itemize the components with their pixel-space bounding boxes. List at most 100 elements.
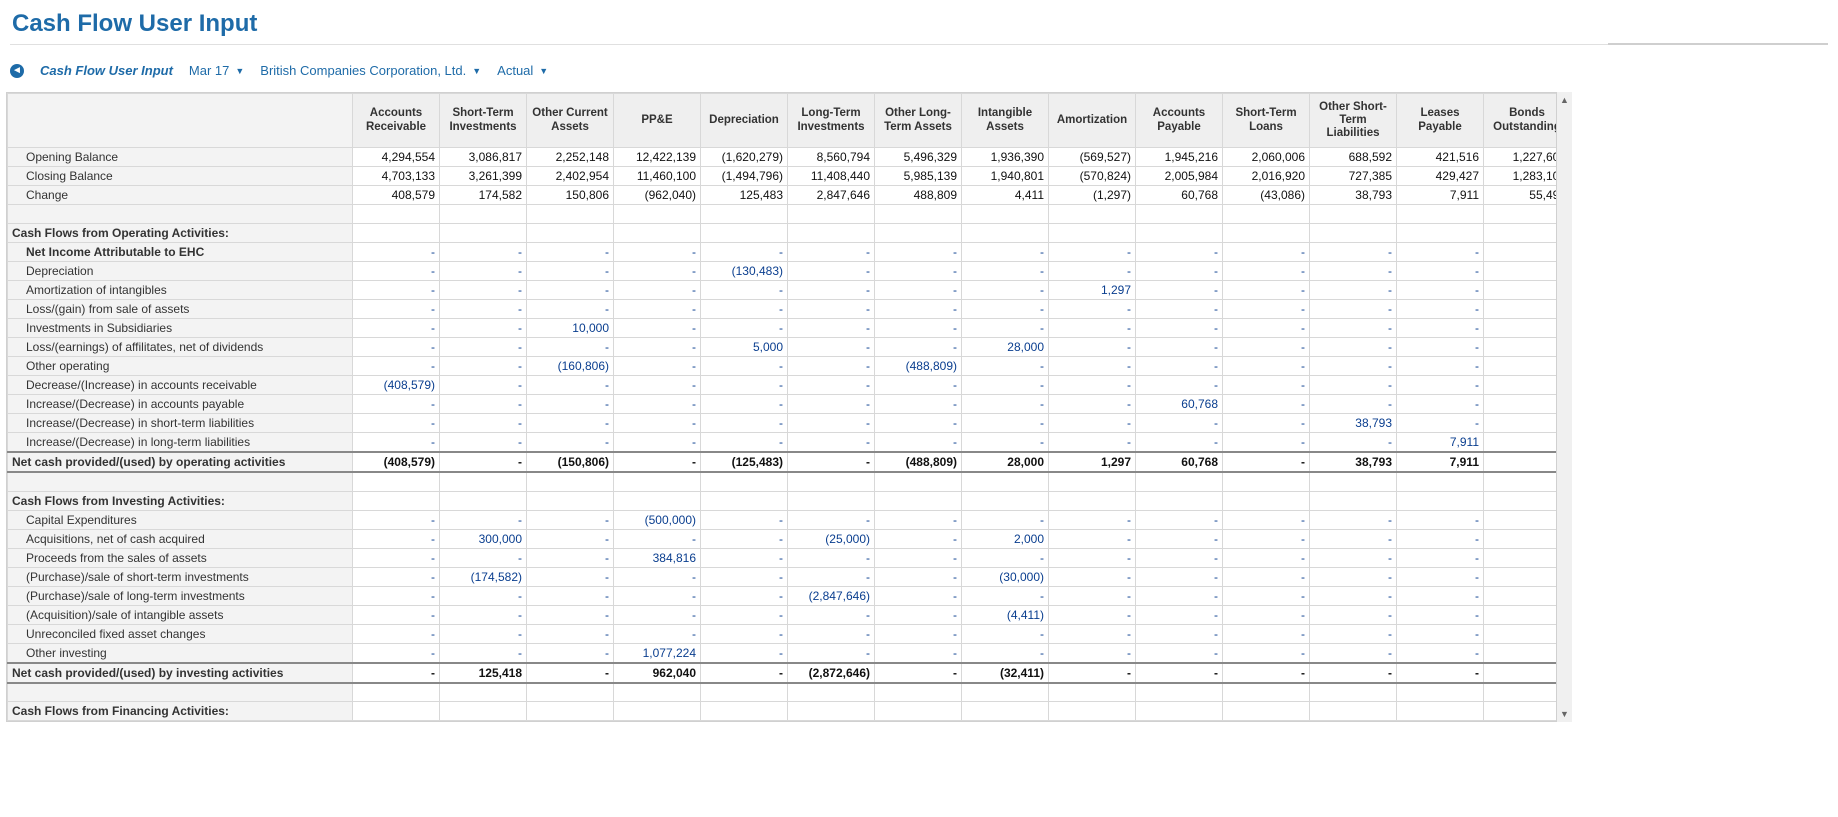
grid-cell[interactable]: - bbox=[353, 433, 440, 453]
grid-cell[interactable]: - bbox=[1049, 605, 1136, 624]
grid-cell[interactable]: - bbox=[440, 605, 527, 624]
grid-cell[interactable]: - bbox=[1049, 243, 1136, 262]
grid-cell[interactable]: - bbox=[788, 319, 875, 338]
grid-cell[interactable]: - bbox=[353, 529, 440, 548]
grid-cell[interactable]: - bbox=[1136, 414, 1223, 433]
grid-cell[interactable]: - bbox=[1484, 529, 1567, 548]
grid-cell[interactable]: - bbox=[527, 376, 614, 395]
grid-cell[interactable]: - bbox=[1136, 586, 1223, 605]
grid-cell[interactable]: - bbox=[962, 300, 1049, 319]
grid-cell[interactable]: (408,579) bbox=[353, 376, 440, 395]
grid-cell[interactable]: - bbox=[440, 357, 527, 376]
grid-cell[interactable]: - bbox=[1397, 510, 1484, 529]
grid-cell[interactable]: - bbox=[1049, 548, 1136, 567]
column-header[interactable]: Amortization bbox=[1049, 94, 1136, 148]
grid-cell[interactable]: - bbox=[353, 338, 440, 357]
grid-cell[interactable]: - bbox=[875, 414, 962, 433]
grid-cell[interactable]: 10,000 bbox=[527, 319, 614, 338]
grid-cell[interactable]: - bbox=[353, 395, 440, 414]
grid-cell[interactable]: - bbox=[875, 395, 962, 414]
grid-cell[interactable]: - bbox=[1223, 433, 1310, 453]
grid-cell[interactable]: - bbox=[1310, 300, 1397, 319]
grid-cell[interactable]: - bbox=[1136, 433, 1223, 453]
grid-cell[interactable]: - bbox=[440, 414, 527, 433]
breadcrumb-current[interactable]: Cash Flow User Input bbox=[40, 63, 173, 78]
grid-cell[interactable]: - bbox=[440, 510, 527, 529]
grid-cell[interactable]: - bbox=[962, 433, 1049, 453]
grid-cell[interactable]: - bbox=[788, 338, 875, 357]
grid-cell[interactable]: - bbox=[1484, 414, 1567, 433]
grid-cell[interactable]: - bbox=[614, 376, 701, 395]
grid-cell[interactable]: - bbox=[353, 414, 440, 433]
grid-cell[interactable]: - bbox=[875, 300, 962, 319]
grid-cell[interactable]: - bbox=[1136, 357, 1223, 376]
grid-cell[interactable]: - bbox=[1223, 262, 1310, 281]
grid-cell[interactable]: - bbox=[614, 433, 701, 453]
grid-cell[interactable]: - bbox=[1223, 395, 1310, 414]
grid-cell[interactable]: - bbox=[962, 243, 1049, 262]
column-header[interactable]: Other Long-Term Assets bbox=[875, 94, 962, 148]
grid-cell[interactable]: - bbox=[1310, 643, 1397, 663]
grid-cell[interactable]: - bbox=[527, 510, 614, 529]
horizontal-scrollbar[interactable] bbox=[6, 722, 1566, 739]
grid-cell[interactable]: - bbox=[353, 586, 440, 605]
grid-cell[interactable]: - bbox=[1484, 281, 1567, 300]
grid-cell[interactable]: - bbox=[1049, 395, 1136, 414]
grid-cell[interactable]: - bbox=[440, 319, 527, 338]
grid-cell[interactable]: - bbox=[1310, 548, 1397, 567]
grid-cell[interactable]: - bbox=[788, 300, 875, 319]
grid-cell[interactable]: - bbox=[614, 395, 701, 414]
grid-cell[interactable]: - bbox=[1484, 395, 1567, 414]
grid-cell[interactable]: - bbox=[875, 338, 962, 357]
grid-cell[interactable]: - bbox=[1397, 605, 1484, 624]
grid-cell[interactable]: - bbox=[875, 567, 962, 586]
grid-cell[interactable]: - bbox=[1484, 262, 1567, 281]
grid-cell[interactable]: - bbox=[962, 548, 1049, 567]
grid-cell[interactable]: - bbox=[875, 319, 962, 338]
grid-cell[interactable]: - bbox=[875, 624, 962, 643]
grid-cell[interactable]: - bbox=[1136, 643, 1223, 663]
grid-cell[interactable]: - bbox=[1484, 433, 1567, 453]
grid-cell[interactable]: - bbox=[440, 376, 527, 395]
grid-cell[interactable]: - bbox=[1136, 281, 1223, 300]
column-header[interactable]: Bonds Outstanding bbox=[1484, 94, 1567, 148]
grid-cell[interactable]: - bbox=[440, 243, 527, 262]
grid-cell[interactable]: (2,847,646) bbox=[788, 586, 875, 605]
grid-cell[interactable]: - bbox=[1049, 510, 1136, 529]
grid-cell[interactable]: - bbox=[1136, 376, 1223, 395]
grid-cell[interactable]: - bbox=[788, 643, 875, 663]
grid-cell[interactable]: - bbox=[353, 281, 440, 300]
grid-cell[interactable]: - bbox=[1310, 433, 1397, 453]
grid-cell[interactable]: - bbox=[1397, 567, 1484, 586]
grid-cell[interactable]: - bbox=[701, 510, 788, 529]
grid-cell[interactable]: - bbox=[1223, 300, 1310, 319]
grid-cell[interactable]: 28,000 bbox=[962, 338, 1049, 357]
grid-cell[interactable]: - bbox=[962, 624, 1049, 643]
column-header[interactable]: Accounts Payable bbox=[1136, 94, 1223, 148]
grid-cell[interactable]: - bbox=[701, 357, 788, 376]
grid-cell[interactable]: (4,411) bbox=[962, 605, 1049, 624]
grid-cell[interactable]: - bbox=[353, 567, 440, 586]
grid-cell[interactable]: - bbox=[1484, 548, 1567, 567]
grid-cell[interactable]: - bbox=[1484, 586, 1567, 605]
grid-cell[interactable]: - bbox=[527, 414, 614, 433]
grid-cell[interactable]: - bbox=[788, 376, 875, 395]
grid-cell[interactable]: - bbox=[1223, 586, 1310, 605]
grid-cell[interactable]: - bbox=[701, 300, 788, 319]
grid-cell[interactable]: - bbox=[788, 510, 875, 529]
grid-cell[interactable]: - bbox=[1223, 414, 1310, 433]
grid-cell[interactable]: - bbox=[1223, 510, 1310, 529]
grid-cell[interactable]: - bbox=[614, 357, 701, 376]
grid-cell[interactable]: - bbox=[1049, 357, 1136, 376]
grid-cell[interactable]: (488,809) bbox=[875, 357, 962, 376]
grid-cell[interactable]: - bbox=[1223, 281, 1310, 300]
grid-cell[interactable]: - bbox=[614, 319, 701, 338]
grid-cell[interactable]: - bbox=[1310, 510, 1397, 529]
grid-cell[interactable]: - bbox=[788, 624, 875, 643]
grid-cell[interactable]: - bbox=[875, 243, 962, 262]
grid-cell[interactable]: - bbox=[701, 586, 788, 605]
grid-cell[interactable]: 384,816 bbox=[614, 548, 701, 567]
grid-cell[interactable]: - bbox=[875, 643, 962, 663]
grid-cell[interactable]: (174,582) bbox=[440, 567, 527, 586]
grid-cell[interactable]: - bbox=[440, 624, 527, 643]
